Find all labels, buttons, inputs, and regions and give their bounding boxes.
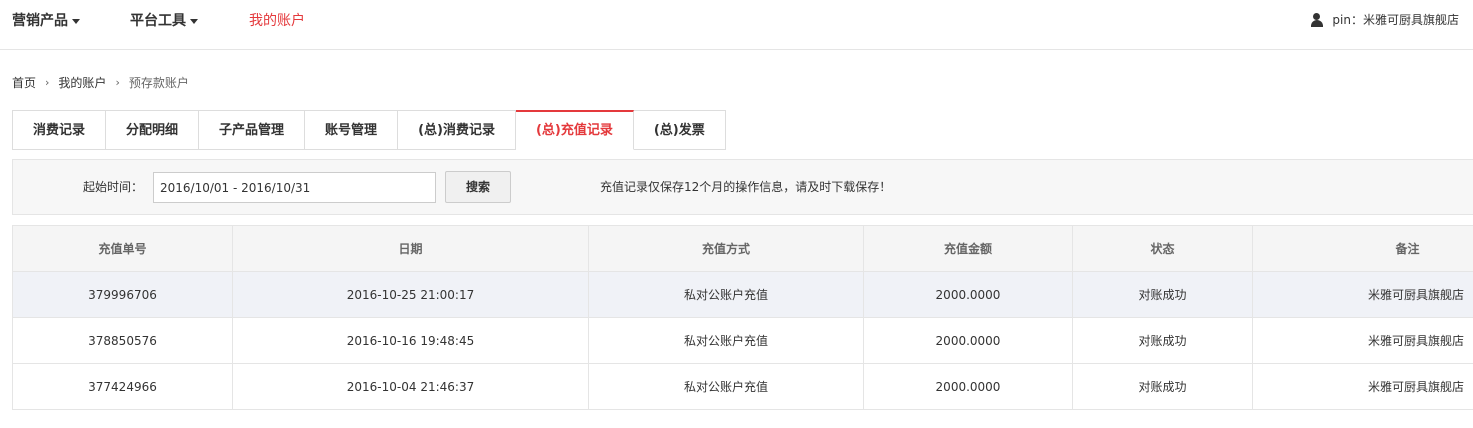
user-pin-name: 米雅可厨具旗舰店 — [1362, 13, 1459, 27]
tab-account-management[interactable]: 账号管理 — [305, 110, 399, 150]
nav-marketing-products-label: 营销产品 — [12, 13, 68, 29]
tab-bar: 消费记录 分配明细 子产品管理 账号管理 (总)消费记录 (总)充值记录 (总)… — [12, 110, 726, 150]
date-range-input[interactable] — [153, 172, 436, 203]
col-header-date: 日期 — [232, 225, 589, 272]
cell-method: 私对公账户充值 — [588, 363, 864, 410]
table-row[interactable]: 378850576 2016-10-16 19:48:45 私对公账户充值 20… — [12, 317, 1473, 364]
breadcrumb: 首页 › 我的账户 › 预存款账户 — [12, 74, 189, 91]
tab-consumption-records[interactable]: 消费记录 — [12, 110, 107, 150]
search-panel: 起始时间： 搜索 充值记录仅保存12个月的操作信息，请及时下载保存！ — [12, 159, 1473, 215]
tab-total-invoices[interactable]: (总)发票 — [633, 110, 726, 150]
table-header-row: 充值单号 日期 充值方式 充值金额 状态 备注 — [12, 225, 1473, 272]
cell-remark: 米雅可厨具旗舰店 — [1252, 271, 1473, 318]
tab-total-recharge-records[interactable]: (总)充值记录 — [515, 110, 634, 150]
table-row[interactable]: 377424966 2016-10-04 21:46:37 私对公账户充值 20… — [12, 363, 1473, 410]
recharge-records-table: 充值单号 日期 充值方式 充值金额 状态 备注 379996706 2016-1… — [12, 225, 1473, 410]
cell-date: 2016-10-16 19:48:45 — [232, 317, 589, 364]
nav-platform-tools-label: 平台工具 — [130, 13, 186, 29]
user-icon — [1310, 12, 1324, 27]
cell-method: 私对公账户充值 — [588, 271, 864, 318]
caret-down-icon — [190, 18, 198, 24]
breadcrumb-my-account[interactable]: 我的账户 — [58, 74, 106, 91]
cell-remark: 米雅可厨具旗舰店 — [1252, 317, 1473, 364]
cell-date: 2016-10-25 21:00:17 — [232, 271, 589, 318]
col-header-remark: 备注 — [1252, 225, 1473, 272]
col-header-amount: 充值金额 — [863, 225, 1073, 272]
col-header-method: 充值方式 — [588, 225, 864, 272]
table-row[interactable]: 379996706 2016-10-25 21:00:17 私对公账户充值 20… — [12, 271, 1473, 318]
start-time-label: 起始时间： — [83, 180, 144, 194]
user-pin-prefix: pin： — [1332, 13, 1363, 27]
cell-amount: 2000.0000 — [863, 271, 1073, 318]
tab-total-consumption-records[interactable]: (总)消费记录 — [398, 110, 516, 150]
user-info[interactable]: pin： 米雅可厨具旗舰店 — [1310, 11, 1459, 28]
retention-notice: 充值记录仅保存12个月的操作信息，请及时下载保存！ — [600, 180, 892, 194]
cell-remark: 米雅可厨具旗舰店 — [1252, 363, 1473, 410]
cell-amount: 2000.0000 — [863, 363, 1073, 410]
cell-recharge-id: 377424966 — [12, 363, 233, 410]
nav-marketing-products[interactable]: 营销产品 — [12, 10, 80, 30]
breadcrumb-home[interactable]: 首页 — [12, 74, 36, 91]
cell-date: 2016-10-04 21:46:37 — [232, 363, 589, 410]
nav-my-account-label: 我的账户 — [249, 13, 305, 29]
nav-platform-tools[interactable]: 平台工具 — [130, 10, 198, 30]
search-button[interactable]: 搜索 — [445, 171, 511, 203]
col-header-recharge-id: 充值单号 — [12, 225, 233, 272]
breadcrumb-current: 预存款账户 — [128, 76, 189, 90]
cell-status: 对账成功 — [1072, 317, 1253, 364]
top-navigation: 营销产品 平台工具 我的账户 pin： 米雅可厨具旗舰店 — [0, 0, 1473, 50]
tab-subproduct-management[interactable]: 子产品管理 — [199, 110, 306, 150]
chevron-right-icon: › — [115, 76, 120, 89]
cell-method: 私对公账户充值 — [588, 317, 864, 364]
chevron-right-icon: › — [45, 76, 50, 89]
tab-allocation-details[interactable]: 分配明细 — [106, 110, 200, 150]
cell-recharge-id: 378850576 — [12, 317, 233, 364]
cell-amount: 2000.0000 — [863, 317, 1073, 364]
col-header-status: 状态 — [1072, 225, 1253, 272]
caret-down-icon — [72, 18, 80, 24]
cell-recharge-id: 379996706 — [12, 271, 233, 318]
cell-status: 对账成功 — [1072, 363, 1253, 410]
cell-status: 对账成功 — [1072, 271, 1253, 318]
nav-my-account[interactable]: 我的账户 — [249, 10, 305, 30]
